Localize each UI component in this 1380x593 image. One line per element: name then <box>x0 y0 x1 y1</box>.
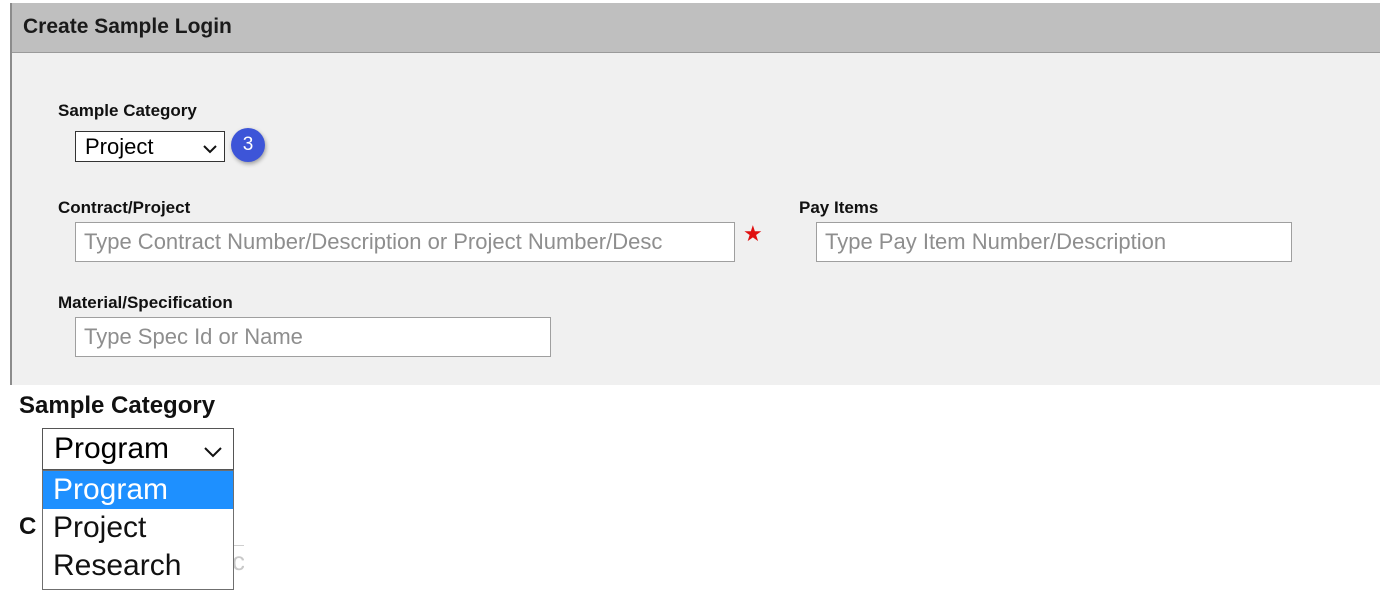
sample-category-value: Project <box>85 133 154 159</box>
create-sample-login-panel: Create Sample Login Sample Category Proj… <box>10 3 1380 385</box>
material-specification-input[interactable] <box>75 317 551 357</box>
sample-category-label: Sample Category <box>58 101 197 120</box>
sample-category-dropdown-list: Program Project Research <box>42 470 234 590</box>
material-specification-label: Material/Specification <box>58 293 233 312</box>
contract-project-input[interactable] <box>75 222 735 262</box>
dropdown-option-program[interactable]: Program <box>43 471 233 509</box>
pay-items-label: Pay Items <box>799 198 879 217</box>
zoom-selected-value: Program <box>54 432 170 465</box>
step-badge: 3 <box>231 128 265 162</box>
required-star-icon: ★ <box>743 221 763 246</box>
contract-project-label: Contract/Project <box>58 198 191 217</box>
zoom-sample-category-select[interactable]: Program <box>42 428 234 470</box>
chevron-down-icon <box>203 432 223 466</box>
zoom-sample-category-label: Sample Category <box>19 392 216 419</box>
chevron-down-icon <box>202 134 218 160</box>
pay-items-input[interactable] <box>816 222 1292 262</box>
panel-header: Create Sample Login <box>12 3 1380 53</box>
sample-category-select[interactable]: Project <box>75 131 225 162</box>
dropdown-option-research[interactable]: Research <box>43 547 233 585</box>
panel-title: Create Sample Login <box>23 15 232 38</box>
obscured-label-fragment: C <box>19 513 37 540</box>
dropdown-option-project[interactable]: Project <box>43 509 233 547</box>
